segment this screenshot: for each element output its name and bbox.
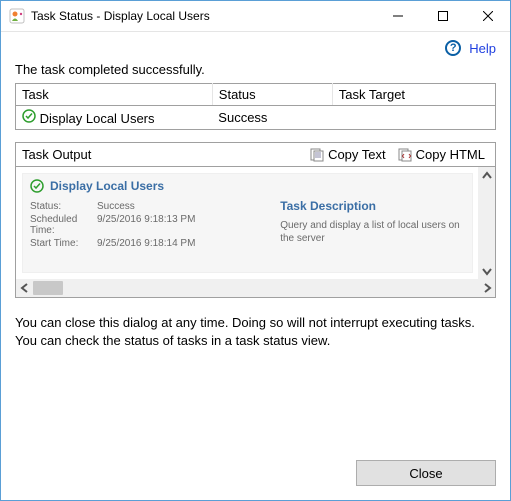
success-icon (22, 109, 36, 123)
task-table: Task Status Task Target Display Local Us… (15, 83, 496, 130)
scheduled-value: 9/25/2016 9:18:13 PM (97, 214, 195, 236)
cell-target (332, 106, 495, 130)
start-value: 9/25/2016 9:18:14 PM (97, 238, 195, 249)
horizontal-scrollbar[interactable] (16, 279, 495, 297)
horizontal-scroll-thumb[interactable] (33, 281, 63, 295)
copy-html-button[interactable]: Copy HTML (394, 146, 489, 163)
help-link[interactable]: Help (469, 41, 496, 56)
app-icon (9, 8, 25, 24)
status-message: The task completed successfully. (15, 62, 496, 77)
vertical-scrollbar[interactable] (478, 167, 495, 279)
dialog-window: Task Status - Display Local Users ? Help… (0, 0, 511, 501)
titlebar: Task Status - Display Local Users (1, 1, 510, 32)
status-value: Success (97, 201, 135, 212)
horizontal-scroll-track[interactable] (33, 279, 478, 297)
col-target[interactable]: Task Target (332, 84, 495, 106)
footer-note: You can close this dialog at any time. D… (15, 314, 496, 349)
scheduled-label: Scheduled Time: (30, 214, 85, 236)
close-button[interactable]: Close (356, 460, 496, 486)
dialog-content: ? Help The task completed successfully. … (1, 32, 510, 500)
task-output-body: Display Local Users Status: Success Sche… (16, 167, 495, 297)
scroll-up-icon[interactable] (478, 167, 495, 184)
vertical-scroll-track[interactable] (478, 184, 495, 262)
maximize-button[interactable] (420, 1, 465, 31)
table-header-row: Task Status Task Target (16, 84, 496, 106)
scroll-right-icon[interactable] (478, 279, 495, 297)
card-title: Display Local Users (50, 179, 164, 193)
copy-html-icon (398, 148, 412, 162)
scroll-left-icon[interactable] (16, 279, 33, 297)
minimize-button[interactable] (375, 1, 420, 31)
help-icon: ? (445, 40, 461, 56)
cell-status: Success (212, 106, 332, 130)
start-label: Start Time: (30, 238, 85, 249)
copy-text-button[interactable]: Copy Text (306, 146, 390, 163)
copy-html-label: Copy HTML (416, 147, 485, 162)
scroll-down-icon[interactable] (478, 262, 495, 279)
cell-task: Display Local Users (40, 111, 155, 126)
close-window-button[interactable] (465, 1, 510, 31)
task-output-panel: Task Output Copy Text Copy HTML Dis (15, 142, 496, 298)
table-row[interactable]: Display Local Users Success (16, 106, 496, 130)
copy-text-icon (310, 148, 324, 162)
col-task[interactable]: Task (16, 84, 213, 106)
col-status[interactable]: Status (212, 84, 332, 106)
task-output-card: Display Local Users Status: Success Sche… (22, 173, 473, 273)
copy-text-label: Copy Text (328, 147, 386, 162)
description-title: Task Description (280, 199, 465, 213)
description-text: Query and display a list of local users … (280, 219, 465, 245)
window-title: Task Status - Display Local Users (31, 9, 210, 23)
status-label: Status: (30, 201, 85, 212)
task-output-label: Task Output (22, 147, 302, 162)
success-icon (30, 179, 44, 193)
